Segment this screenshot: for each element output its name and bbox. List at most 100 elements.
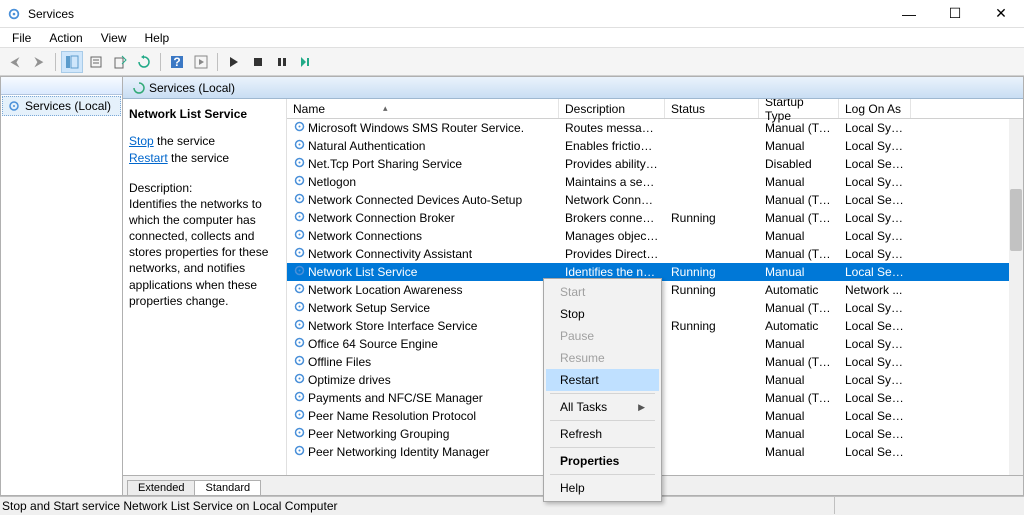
menu-view[interactable]: View (93, 29, 135, 47)
service-name: Peer Networking Grouping (308, 427, 449, 441)
service-logon: Local Syst... (839, 355, 911, 369)
service-row[interactable]: Microsoft Windows SMS Router Service.Rou… (287, 119, 1023, 137)
stop-service-button[interactable] (247, 51, 269, 73)
help-button[interactable]: ? (166, 51, 188, 73)
service-icon (293, 138, 306, 154)
back-button[interactable]: ⮜ (4, 51, 26, 73)
service-logon: Local Serv... (839, 391, 911, 405)
service-icon (293, 300, 306, 316)
ctx-alltasks[interactable]: All Tasks▶ (546, 396, 659, 418)
service-description: Provides DirectAc... (559, 247, 665, 261)
tab-extended[interactable]: Extended (127, 480, 195, 495)
service-row[interactable]: NetlogonMaintains a secur...ManualLocal … (287, 173, 1023, 191)
service-logon: Local Syst... (839, 337, 911, 351)
services-icon (7, 99, 21, 113)
service-startup: Manual (759, 139, 839, 153)
context-menu: Start Stop Pause Resume Restart All Task… (543, 278, 662, 502)
col-logon[interactable]: Log On As (839, 99, 911, 118)
service-description: Routes messages... (559, 121, 665, 135)
service-icon (293, 336, 306, 352)
service-name: Network Connection Broker (308, 211, 455, 225)
scrollbar-thumb[interactable] (1010, 189, 1022, 251)
service-logon: Local Serv... (839, 445, 911, 459)
service-icon (293, 192, 306, 208)
ctx-start: Start (546, 281, 659, 303)
service-status: Running (665, 265, 759, 279)
service-logon: Local Syst... (839, 175, 911, 189)
show-hide-tree-button[interactable] (61, 51, 83, 73)
tree-root-label: Services (Local) (25, 99, 111, 113)
menu-action[interactable]: Action (41, 29, 90, 47)
service-icon (293, 210, 306, 226)
app-icon (6, 6, 22, 22)
refresh-icon[interactable] (129, 82, 149, 94)
service-startup: Manual (Tri... (759, 211, 839, 225)
refresh-button[interactable] (133, 51, 155, 73)
ctx-resume: Resume (546, 347, 659, 369)
scrollbar[interactable] (1009, 119, 1023, 475)
service-startup: Manual (Tri... (759, 391, 839, 405)
pause-service-button[interactable] (271, 51, 293, 73)
service-startup: Manual (Tri... (759, 193, 839, 207)
tree-root-item[interactable]: Services (Local) (2, 96, 121, 116)
service-startup: Manual (Tri... (759, 301, 839, 315)
service-name: Payments and NFC/SE Manager (308, 391, 483, 405)
ctx-properties[interactable]: Properties (546, 450, 659, 472)
submenu-arrow-icon: ▶ (638, 402, 645, 413)
service-startup: Disabled (759, 157, 839, 171)
properties-button[interactable] (85, 51, 107, 73)
ctx-refresh[interactable]: Refresh (546, 423, 659, 445)
service-startup: Manual (759, 409, 839, 423)
ctx-restart[interactable]: Restart (546, 369, 659, 391)
service-name: Network Store Interface Service (308, 319, 477, 333)
service-name: Natural Authentication (308, 139, 425, 153)
stop-link[interactable]: Stop (129, 134, 154, 148)
export-button[interactable] (109, 51, 131, 73)
fwd-button[interactable] (190, 51, 212, 73)
menu-file[interactable]: File (4, 29, 39, 47)
col-status[interactable]: Status (665, 99, 759, 118)
close-button[interactable]: ✕ (978, 0, 1024, 28)
tab-standard[interactable]: Standard (194, 480, 261, 495)
restart-service-button[interactable] (295, 51, 317, 73)
description-label: Description: (129, 181, 278, 195)
service-logon: Local Serv... (839, 427, 911, 441)
service-row[interactable]: Net.Tcp Port Sharing ServiceProvides abi… (287, 155, 1023, 173)
service-name: Net.Tcp Port Sharing Service (308, 157, 462, 171)
service-row[interactable]: Natural AuthenticationEnables friction-f… (287, 137, 1023, 155)
service-status: Running (665, 319, 759, 333)
service-row[interactable]: Network Connectivity AssistantProvides D… (287, 245, 1023, 263)
description-text: Identifies the networks to which the com… (129, 196, 278, 309)
service-description: Manages objects... (559, 229, 665, 243)
col-description[interactable]: Description (559, 99, 665, 118)
forward-button[interactable]: ⮞ (28, 51, 50, 73)
service-logon: Local Syst... (839, 301, 911, 315)
service-icon (293, 282, 306, 298)
col-name[interactable]: Name▴ (287, 99, 559, 118)
ctx-stop[interactable]: Stop (546, 303, 659, 325)
right-header-title: Services (Local) (149, 81, 235, 95)
service-logon: Local Syst... (839, 121, 911, 135)
maximize-button[interactable]: ☐ (932, 0, 978, 28)
service-row[interactable]: Network Connection Broker Brokers connect… (287, 209, 1023, 227)
service-icon (293, 426, 306, 442)
service-icon (293, 120, 306, 136)
service-name: Network List Service (308, 265, 417, 279)
ctx-help[interactable]: Help (546, 477, 659, 499)
start-service-button[interactable] (223, 51, 245, 73)
minimize-button[interactable]: — (886, 0, 932, 28)
service-name: Peer Networking Identity Manager (308, 445, 489, 459)
service-icon (293, 156, 306, 172)
service-row[interactable]: Network ConnectionsManages objects...Man… (287, 227, 1023, 245)
service-logon: Local Serv... (839, 409, 911, 423)
service-icon (293, 174, 306, 190)
restart-link[interactable]: Restart (129, 151, 168, 165)
col-startup[interactable]: Startup Type (759, 99, 839, 118)
service-name: Offline Files (308, 355, 371, 369)
sort-indicator-icon: ▴ (383, 103, 388, 114)
menu-help[interactable]: Help (137, 29, 178, 47)
service-description: Brokers connecti... (559, 211, 665, 225)
service-description: Maintains a secur... (559, 175, 665, 189)
service-row[interactable]: Network Connected Devices Auto-SetupNetw… (287, 191, 1023, 209)
service-name: Network Location Awareness (308, 283, 463, 297)
